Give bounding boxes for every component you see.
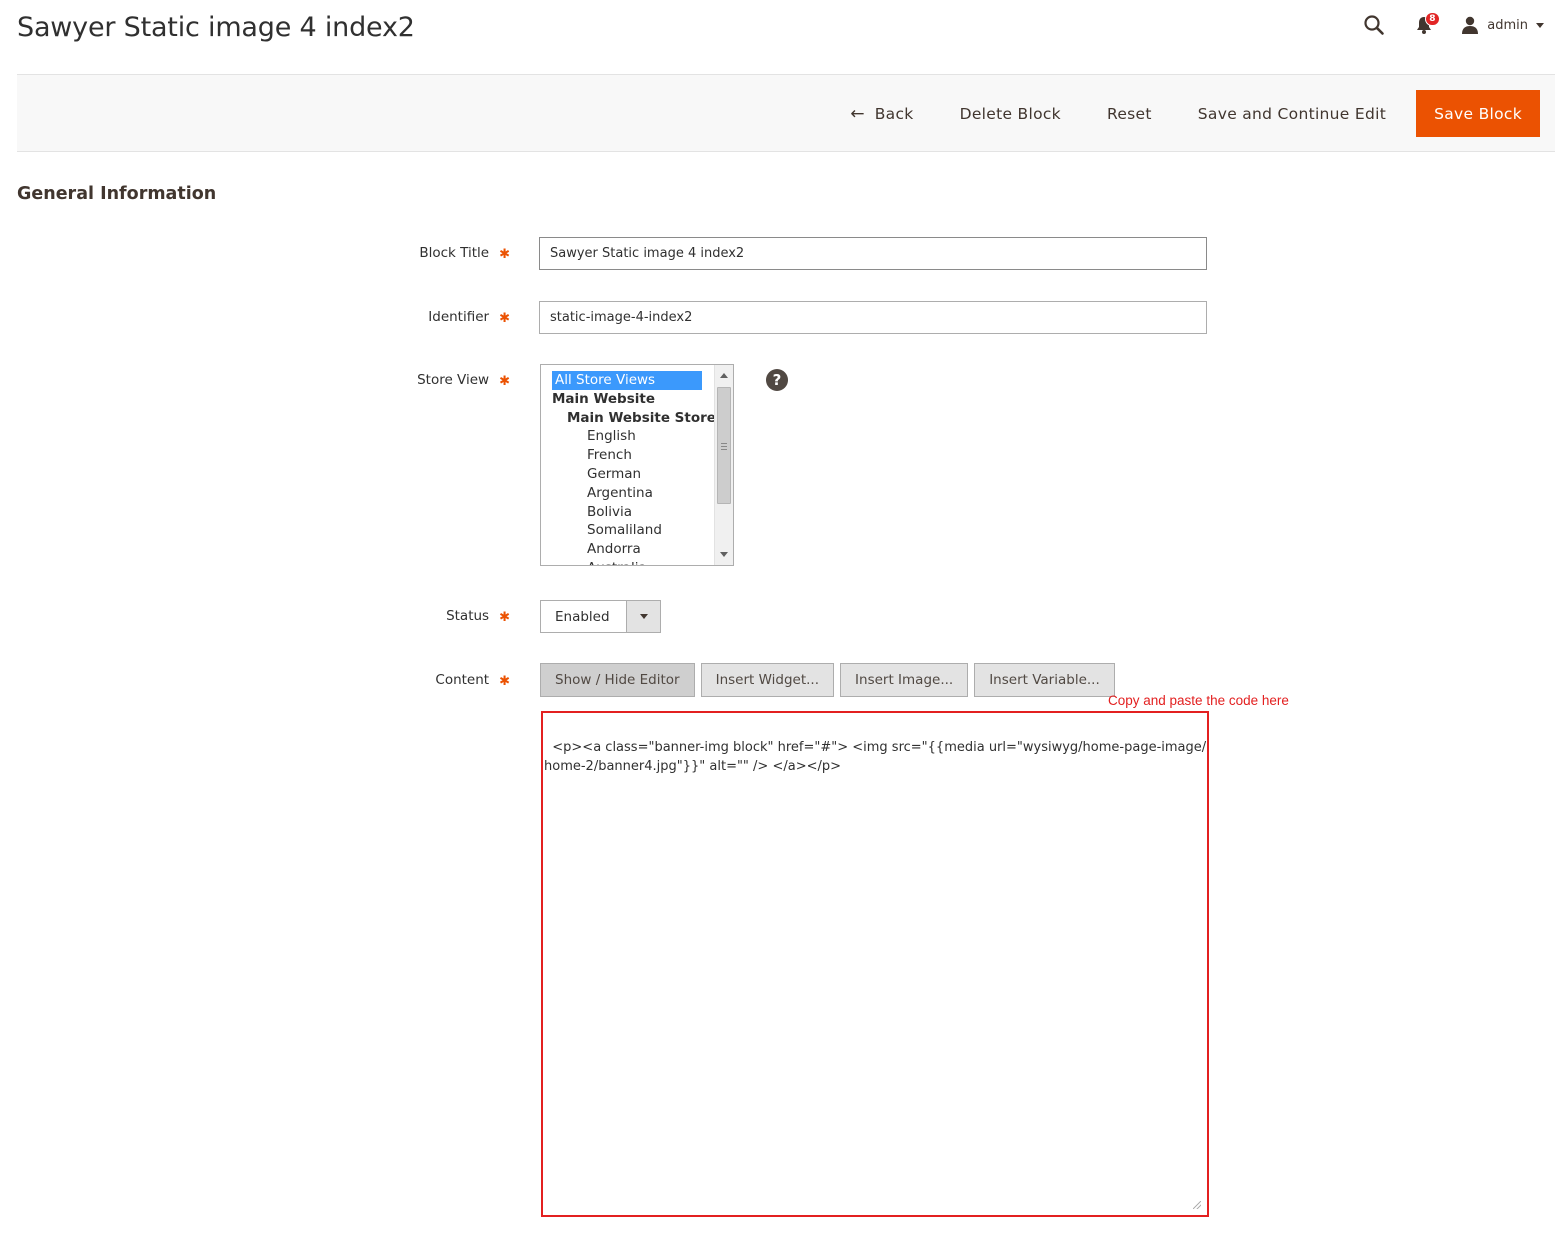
arrow-left-icon: ← (850, 103, 865, 124)
required-asterisk: ✱ (499, 674, 510, 689)
chevron-down-icon (626, 601, 660, 632)
insert-variable-button[interactable]: Insert Variable... (974, 663, 1115, 697)
status-select[interactable]: Enabled (540, 600, 661, 633)
editor-toolbar: Show / Hide Editor Insert Widget... Inse… (540, 663, 1121, 697)
user-menu[interactable]: admin (1461, 10, 1544, 40)
annotation-note: Copy and paste the code here (1108, 693, 1289, 708)
content-textarea[interactable]: <p><a class="banner-img block" href="#">… (541, 711, 1209, 1217)
back-button-label: Back (874, 104, 914, 123)
store-view-option[interactable]: All Store Views (552, 371, 702, 390)
show-hide-editor-button[interactable]: Show / Hide Editor (540, 663, 695, 697)
save-and-continue-button[interactable]: Save and Continue Edit (1175, 90, 1409, 137)
identifier-input[interactable]: static-image-4-index2 (539, 301, 1207, 334)
chevron-down-icon (1536, 22, 1544, 28)
block-title-label: Block Title ✱ (419, 245, 510, 262)
content-label: Content ✱ (435, 672, 510, 689)
store-view-option[interactable]: English (541, 427, 716, 446)
store-view-option[interactable]: Australia (541, 559, 716, 565)
save-block-button[interactable]: Save Block (1416, 90, 1540, 137)
user-icon (1462, 16, 1479, 34)
resize-handle-icon[interactable] (1193, 1201, 1201, 1209)
store-view-scrollbar[interactable] (714, 365, 733, 565)
store-view-option[interactable]: French (541, 446, 716, 465)
notifications-button[interactable]: 8 (1409, 10, 1440, 40)
status-select-value: Enabled (555, 608, 610, 625)
status-label: Status ✱ (446, 608, 510, 625)
notification-count-badge: 8 (1425, 12, 1440, 26)
store-view-option[interactable]: German (541, 465, 716, 484)
page-actions-bar: ← Back Delete Block Reset Save and Conti… (17, 74, 1555, 152)
store-view-multiselect[interactable]: All Store Views Main Website Main Website … (540, 364, 734, 566)
scroll-down-icon[interactable] (720, 552, 728, 557)
scroll-up-icon[interactable] (720, 373, 728, 378)
insert-image-button[interactable]: Insert Image... (840, 663, 969, 697)
user-name: admin (1487, 17, 1528, 33)
required-asterisk: ✱ (499, 311, 510, 326)
store-view-option[interactable]: Somaliland (541, 521, 716, 540)
store-view-option[interactable]: Argentina (541, 484, 716, 503)
block-title-input[interactable]: Sawyer Static image 4 index2 (539, 237, 1207, 270)
delete-block-button[interactable]: Delete Block (937, 90, 1084, 137)
store-view-option[interactable]: Main Website Store (541, 409, 716, 428)
reset-button[interactable]: Reset (1084, 90, 1175, 137)
search-icon[interactable] (1359, 10, 1389, 40)
identifier-label: Identifier ✱ (428, 309, 510, 326)
scroll-thumb[interactable] (717, 387, 731, 504)
store-view-option[interactable]: Main Website (541, 390, 716, 409)
required-asterisk: ✱ (499, 247, 510, 262)
store-view-label: Store View ✱ (417, 372, 510, 389)
insert-widget-button[interactable]: Insert Widget... (700, 663, 835, 697)
store-view-options: All Store Views Main Website Main Website … (541, 365, 716, 565)
section-title: General Information (17, 184, 217, 204)
help-icon[interactable]: ? (766, 369, 788, 391)
back-button[interactable]: ← Back (827, 90, 936, 137)
store-view-option[interactable]: Bolivia (541, 503, 716, 522)
header-actions: 8 admin (1359, 10, 1544, 40)
required-asterisk: ✱ (499, 374, 510, 389)
store-view-option[interactable]: Andorra (541, 540, 716, 559)
page-title: Sawyer Static image 4 index2 (17, 12, 415, 43)
content-code: <p><a class="banner-img block" href="#">… (544, 740, 1207, 774)
required-asterisk: ✱ (499, 610, 510, 625)
